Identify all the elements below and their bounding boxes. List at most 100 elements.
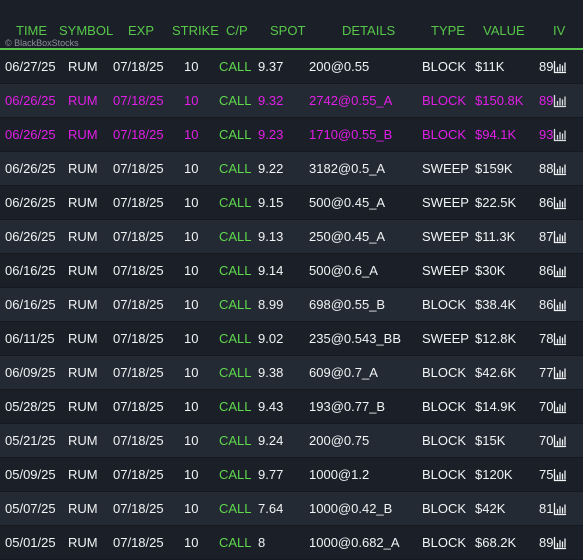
header-symbol[interactable]: SYMBOL bbox=[59, 23, 113, 38]
table-row[interactable]: 05/01/25 RUM 07/18/25 10 CALL 8 1000@0.682_A BL… bbox=[0, 526, 583, 560]
cell-details: 609@0.7_A bbox=[309, 365, 378, 380]
table-row[interactable]: 06/11/25 RUM 07/18/25 10 CALL 9.02 235@0.543_B… bbox=[0, 322, 583, 356]
cell-details: 1000@0.42_B bbox=[309, 501, 393, 516]
table-row[interactable]: 06/26/25 RUM 07/18/25 10 CALL 9.13 250@0.45_A S… bbox=[0, 220, 583, 254]
cell-details: 500@0.6_A bbox=[309, 263, 378, 278]
cell-time: 05/07/25 bbox=[5, 501, 56, 516]
bar-chart-icon[interactable] bbox=[553, 536, 567, 550]
table-row[interactable]: 06/26/25 RUM 07/18/25 10 CALL 9.15 500@0.45_A S… bbox=[0, 186, 583, 220]
table-row[interactable]: 06/26/25 RUM 07/18/25 10 CALL 9.22 3182@0.5_A S… bbox=[0, 152, 583, 186]
table-row[interactable]: 06/27/25 RUM 07/18/25 10 CALL 9.37 200@0.55 BLO… bbox=[0, 50, 583, 84]
header-details[interactable]: DETAILS bbox=[342, 23, 395, 38]
cell-strike: 10 bbox=[184, 365, 199, 380]
cell-spot: 9.22 bbox=[258, 161, 284, 176]
bar-chart-icon[interactable] bbox=[553, 434, 567, 448]
cell-spot: 9.24 bbox=[258, 433, 284, 448]
bar-chart-icon[interactable] bbox=[553, 400, 567, 414]
header-time[interactable]: TIME bbox=[16, 23, 47, 38]
cell-strike: 10 bbox=[184, 263, 199, 278]
bar-chart-icon[interactable] bbox=[553, 162, 567, 176]
cell-exp: 07/18/25 bbox=[113, 467, 164, 482]
cell-time: 05/28/25 bbox=[5, 399, 56, 414]
cell-spot: 9.38 bbox=[258, 365, 284, 380]
cell-details: 200@0.75 bbox=[309, 433, 370, 448]
cell-exp: 07/18/25 bbox=[113, 229, 164, 244]
cell-symbol: RUM bbox=[68, 501, 98, 516]
cell-type: BLOCK bbox=[422, 399, 467, 414]
cell-type: SWEEP bbox=[422, 229, 469, 244]
cell-value: $42K bbox=[475, 501, 506, 516]
cell-exp: 07/18/25 bbox=[113, 399, 164, 414]
bar-chart-icon[interactable] bbox=[553, 60, 567, 74]
bar-chart-icon[interactable] bbox=[553, 230, 567, 244]
cell-symbol: RUM bbox=[68, 263, 98, 278]
cell-symbol: RUM bbox=[68, 127, 98, 142]
cell-value: $11K bbox=[475, 59, 505, 74]
cell-strike: 10 bbox=[184, 535, 199, 550]
cell-details: 500@0.45_A bbox=[309, 195, 386, 210]
cell-cp: CALL bbox=[219, 229, 252, 244]
cell-iv: 89 bbox=[539, 59, 554, 74]
table-row[interactable]: 06/16/25 RUM 07/18/25 10 CALL 8.99 698@0.55_B B… bbox=[0, 288, 583, 322]
table-row[interactable]: 06/09/25 RUM 07/18/25 10 CALL 9.38 609@0.7_A BL… bbox=[0, 356, 583, 390]
cell-spot: 9.23 bbox=[258, 127, 284, 142]
bar-chart-icon[interactable] bbox=[553, 366, 567, 380]
bar-chart-icon[interactable] bbox=[553, 502, 567, 516]
cell-time: 06/09/25 bbox=[5, 365, 56, 380]
cell-value: $11.3K bbox=[475, 229, 516, 244]
cell-strike: 10 bbox=[184, 433, 199, 448]
bar-chart-icon[interactable] bbox=[553, 264, 567, 278]
header-cp[interactable]: C/P bbox=[226, 23, 248, 38]
table-row[interactable]: 05/09/25 RUM 07/18/25 10 CALL 9.77 1000@1.2 BLO… bbox=[0, 458, 583, 492]
cell-spot: 7.64 bbox=[258, 501, 284, 516]
cell-time: 06/16/25 bbox=[5, 263, 56, 278]
cell-symbol: RUM bbox=[68, 433, 98, 448]
bar-chart-icon[interactable] bbox=[553, 468, 567, 482]
header-type[interactable]: TYPE bbox=[431, 23, 465, 38]
cell-iv: 77 bbox=[539, 365, 554, 380]
cell-value: $42.6K bbox=[475, 365, 517, 380]
header-exp[interactable]: EXP bbox=[128, 23, 154, 38]
cell-symbol: RUM bbox=[68, 399, 98, 414]
table-row[interactable]: 06/16/25 RUM 07/18/25 10 CALL 9.14 500@0.6_A SW… bbox=[0, 254, 583, 288]
cell-value: $30K bbox=[475, 263, 506, 278]
watermark: © BlackBoxStocks bbox=[5, 38, 79, 48]
cell-type: BLOCK bbox=[422, 365, 467, 380]
cell-value: $150.8K bbox=[475, 93, 524, 108]
cell-symbol: RUM bbox=[68, 365, 98, 380]
cell-spot: 9.13 bbox=[258, 229, 284, 244]
bar-chart-icon[interactable] bbox=[553, 128, 567, 142]
cell-iv: 78 bbox=[539, 331, 554, 346]
bar-chart-icon[interactable] bbox=[553, 298, 567, 312]
cell-symbol: RUM bbox=[68, 161, 98, 176]
cell-time: 06/26/25 bbox=[5, 93, 56, 108]
table-row[interactable]: 05/21/25 RUM 07/18/25 10 CALL 9.24 200@0.75 BLO… bbox=[0, 424, 583, 458]
cell-symbol: RUM bbox=[68, 331, 98, 346]
cell-exp: 07/18/25 bbox=[113, 263, 164, 278]
cell-iv: 86 bbox=[539, 263, 554, 278]
cell-strike: 10 bbox=[184, 399, 199, 414]
cell-iv: 89 bbox=[539, 93, 554, 108]
cell-symbol: RUM bbox=[68, 467, 98, 482]
table-row[interactable]: 06/26/25 RUM 07/18/25 10 CALL 9.23 1710@0.55_B… bbox=[0, 118, 583, 152]
table-row[interactable]: 05/07/25 RUM 07/18/25 10 CALL 7.64 1000@0.42_B… bbox=[0, 492, 583, 526]
header-spot[interactable]: SPOT bbox=[270, 23, 305, 38]
cell-spot: 9.14 bbox=[258, 263, 284, 278]
bar-chart-icon[interactable] bbox=[553, 332, 567, 346]
cell-time: 06/26/25 bbox=[5, 229, 56, 244]
cell-iv: 86 bbox=[539, 297, 554, 312]
table-row[interactable]: 06/26/25 RUM 07/18/25 10 CALL 9.32 2742@0.55_A… bbox=[0, 84, 583, 118]
table-row[interactable]: 05/28/25 RUM 07/18/25 10 CALL 9.43 193@0.77_B B… bbox=[0, 390, 583, 424]
cell-iv: 88 bbox=[539, 161, 554, 176]
bar-chart-icon[interactable] bbox=[553, 94, 567, 108]
cell-type: BLOCK bbox=[422, 467, 467, 482]
header-iv[interactable]: IV bbox=[553, 23, 565, 38]
cell-exp: 07/18/25 bbox=[113, 535, 164, 550]
bar-chart-icon[interactable] bbox=[553, 196, 567, 210]
header-value[interactable]: VALUE bbox=[483, 23, 525, 38]
cell-type: BLOCK bbox=[422, 59, 467, 74]
cell-symbol: RUM bbox=[68, 535, 98, 550]
cell-cp: CALL bbox=[219, 127, 252, 142]
header-strike[interactable]: STRIKE bbox=[172, 23, 219, 38]
cell-iv: 87 bbox=[539, 229, 554, 244]
